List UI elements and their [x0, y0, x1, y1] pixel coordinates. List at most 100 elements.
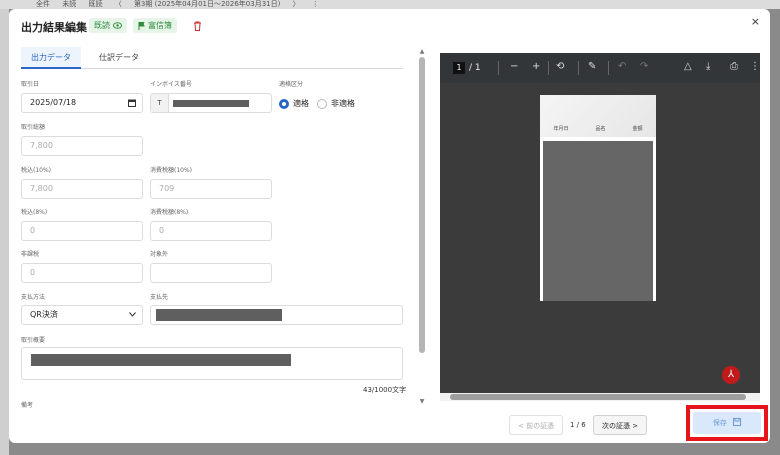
pdf-toolbar: 1 / 1 − + ⟲ ✎ ↶ ↷ △ ⤓ ⎙ ⋮ — [440, 53, 760, 83]
eye-icon — [113, 22, 122, 29]
acrobat-icon: ⅄ — [722, 366, 740, 384]
date-label: 取引日 — [21, 81, 40, 88]
zoom-in-icon[interactable]: + — [532, 61, 540, 72]
zoom-out-icon[interactable]: − — [510, 61, 518, 72]
toolbar-divider — [608, 61, 609, 75]
form-scrollbar[interactable]: ▲ ▼ — [419, 49, 425, 405]
rotate-icon[interactable]: ⟲ — [556, 61, 564, 72]
more-icon[interactable]: ⋮ — [750, 61, 760, 72]
summary-textarea[interactable] — [21, 347, 403, 380]
receipt-columns: 年月日 品名 金額 — [540, 125, 656, 132]
payment-value: QR決済 — [30, 310, 58, 319]
flag-label: 富信簿 — [148, 21, 172, 30]
delete-button[interactable] — [191, 19, 203, 33]
document-page-info: 1 / 6 — [570, 421, 586, 429]
payment-select[interactable]: QR決済 — [21, 305, 143, 325]
save-button[interactable]: 保存 — [693, 412, 761, 434]
scrollbar-thumb[interactable] — [419, 57, 425, 353]
read-status-badge[interactable]: 既読 — [89, 18, 127, 33]
ctax8-label: 消費税額(8%) — [150, 209, 189, 216]
drive-icon[interactable]: △ — [684, 61, 692, 72]
print-icon[interactable]: ⎙ — [730, 61, 738, 72]
tax8-label: 税込(8%) — [21, 209, 48, 216]
total-field: 7,800 — [21, 136, 143, 156]
invoice-redacted — [173, 100, 249, 107]
filter-unread: 未読 — [62, 0, 77, 8]
period-prev: 〈 — [114, 0, 122, 8]
qualified-label: 適格区分 — [279, 81, 304, 88]
toolbar-divider — [498, 61, 499, 75]
pdf-scrollbar-thumb[interactable] — [450, 394, 746, 400]
receipt-col-item: 品名 — [595, 126, 606, 132]
radio-unqualified[interactable]: 非適格 — [317, 98, 355, 109]
invoice-prefix: T — [151, 94, 169, 112]
prev-document-button[interactable]: < 前の証憑 — [509, 415, 564, 435]
receipt-col-date: 年月日 — [553, 126, 569, 132]
modal-title: 出力結果編集 — [21, 21, 87, 34]
pdf-page-total: / 1 — [469, 63, 481, 73]
toolbar-divider — [578, 61, 579, 75]
filter-all: 全件 — [36, 0, 50, 8]
summary-counter: 43/1000文字 — [363, 386, 407, 394]
notax-field[interactable]: 0 — [21, 263, 143, 283]
close-button[interactable]: × — [751, 15, 760, 28]
payee-field[interactable] — [150, 305, 403, 325]
invoice-field[interactable]: T — [150, 93, 272, 113]
read-label: 既読 — [94, 21, 110, 30]
save-label: 保存 — [712, 419, 727, 427]
radio-qualified-dot — [279, 98, 289, 109]
tax10-field: 7,800 — [21, 179, 143, 199]
scroll-up-icon[interactable]: ▲ — [419, 49, 425, 55]
calendar-icon — [128, 99, 136, 107]
toolbar-divider — [548, 61, 549, 75]
pdf-viewer: 1 / 1 − + ⟲ ✎ ↶ ↷ △ ⤓ ⎙ ⋮ 年月日 品名 金額 ⅄ — [440, 53, 760, 393]
tax10-label: 税込(10%) — [21, 167, 52, 174]
edit-output-modal: 出力結果編集 既読 富信簿 × 出力データ 仕訳データ 取引日 2025/07/… — [9, 9, 770, 443]
receipt-col-amount: 金額 — [632, 126, 643, 132]
floppy-icon — [733, 418, 742, 426]
pdf-page-indicator: 1 / 1 — [453, 62, 481, 74]
payee-redacted — [156, 309, 282, 321]
radio-qualified[interactable]: 適格 — [279, 98, 309, 109]
next-document-button[interactable]: 次の証憑 > — [593, 415, 648, 435]
tab-journal-data[interactable]: 仕訳データ — [89, 47, 149, 69]
summary-redacted — [31, 354, 291, 366]
remarks-label: 備考 — [21, 402, 34, 409]
background-toolbar: 全件 未読 既読 〈 第3期 (2025年04月01日〜2026年03月31日)… — [0, 0, 780, 9]
tab-output-data[interactable]: 出力データ — [21, 47, 81, 69]
trash-icon — [193, 21, 201, 31]
date-field[interactable]: 2025/07/18 — [21, 93, 143, 113]
ctax8-field[interactable]: 0 — [150, 221, 272, 241]
flag-icon — [138, 21, 145, 30]
background-sidebar — [0, 9, 9, 455]
receipt-redacted — [543, 141, 653, 301]
period-label: 第3期 (2025年04月01日〜2026年03月31日) — [133, 0, 281, 8]
download-icon[interactable]: ⤓ — [706, 61, 710, 72]
redo-icon[interactable]: ↷ — [640, 61, 648, 72]
tax8-field[interactable]: 0 — [21, 221, 143, 241]
radio-unqualified-label: 非適格 — [331, 99, 355, 108]
date-value: 2025/07/18 — [30, 98, 77, 107]
pdf-horizontal-scrollbar[interactable] — [440, 393, 760, 401]
pdf-page: 年月日 品名 金額 — [540, 95, 656, 301]
exempt-label: 対象外 — [150, 251, 169, 258]
payee-label: 支払先 — [150, 294, 169, 301]
scroll-down-icon[interactable]: ▼ — [419, 399, 425, 405]
total-label: 取引総額 — [21, 124, 46, 131]
exempt-field[interactable] — [150, 263, 272, 283]
summary-label: 取引概要 — [21, 337, 46, 344]
notax-label: 非課税 — [21, 251, 40, 258]
flag-badge[interactable]: 富信簿 — [133, 18, 177, 33]
radio-unqualified-dot — [317, 98, 327, 109]
annotate-icon[interactable]: ✎ — [588, 61, 596, 72]
radio-qualified-label: 適格 — [293, 99, 309, 108]
undo-icon[interactable]: ↶ — [618, 61, 626, 72]
tab-bar: 出力データ 仕訳データ — [21, 47, 403, 69]
invoice-label: インボイス番号 — [150, 81, 192, 88]
filter-read: 既読 — [88, 0, 103, 8]
more-icon: ⋮ — [311, 0, 319, 8]
payment-label: 支払方法 — [21, 294, 46, 301]
pdf-page-input[interactable]: 1 — [453, 62, 465, 74]
chevron-down-icon — [129, 312, 136, 317]
ctax10-field: 709 — [150, 179, 272, 199]
